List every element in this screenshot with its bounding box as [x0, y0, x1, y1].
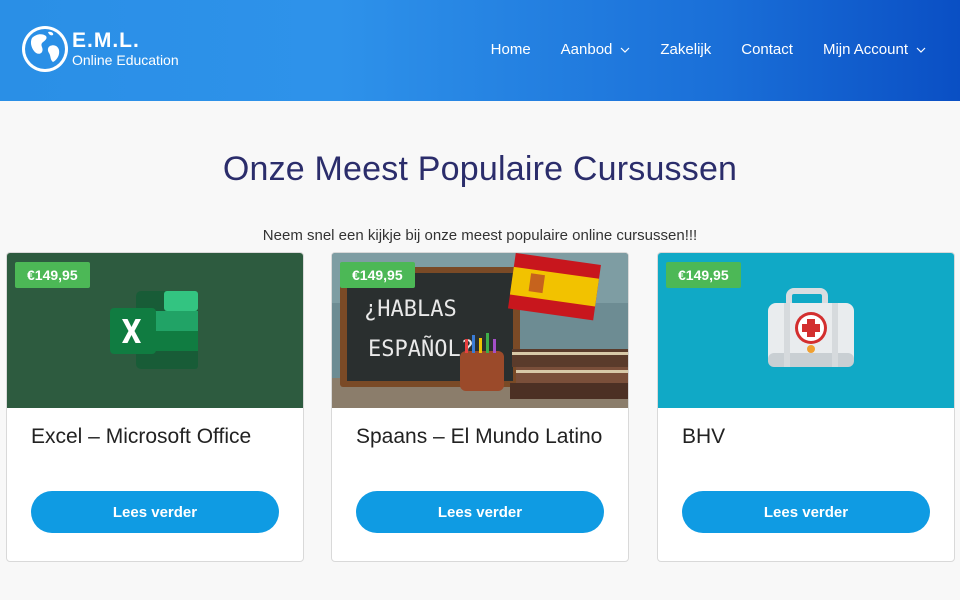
main-nav: Home Aanbod Zakelijk Contact Mijn Accoun…: [491, 41, 926, 58]
course-image-bhv[interactable]: €149,95: [658, 253, 954, 408]
brand-subtitle: Online Education: [72, 52, 179, 68]
price-badge: €149,95: [340, 262, 415, 288]
price-badge: €149,95: [15, 262, 90, 288]
course-image-excel[interactable]: €149,95: [7, 253, 303, 408]
course-title[interactable]: Excel – Microsoft Office: [31, 423, 281, 450]
nav-label: Contact: [741, 41, 793, 58]
course-card-excel[interactable]: €149,95 Excel – Microsoft Office Lees ve…: [6, 252, 304, 562]
course-title[interactable]: BHV: [682, 423, 932, 450]
price-badge: €149,95: [666, 262, 741, 288]
read-more-button[interactable]: Lees verder: [356, 491, 604, 533]
nav-item-aanbod[interactable]: Aanbod: [561, 41, 631, 58]
chalk-line-1: ¿HABLAS: [364, 297, 457, 322]
chevron-down-icon: [916, 47, 926, 53]
section-subtitle: Neem snel een kijkje bij onze meest popu…: [262, 227, 698, 244]
nav-item-home[interactable]: Home: [491, 41, 531, 58]
nav-item-contact[interactable]: Contact: [741, 41, 793, 58]
nav-item-mijn-account[interactable]: Mijn Account: [823, 41, 926, 58]
nav-item-zakelijk[interactable]: Zakelijk: [660, 41, 711, 58]
nav-label: Home: [490, 41, 531, 58]
section-title: Onze Meest Populaire Cursussen: [222, 150, 738, 188]
course-title[interactable]: Spaans – El Mundo Latino: [356, 423, 606, 450]
globe-icon: [22, 26, 68, 72]
brand-title: E.M.L.: [72, 29, 140, 52]
site-logo[interactable]: E.M.L. Online Education: [20, 24, 179, 74]
chevron-down-icon: [620, 47, 630, 53]
site-header: E.M.L. Online Education Home Aanbod Zake…: [0, 0, 960, 101]
course-card-spaans[interactable]: ¿HABLAS ESPAÑOL? €149,95 Spaans – El Mun…: [331, 252, 629, 562]
course-image-spaans[interactable]: ¿HABLAS ESPAÑOL? €149,95: [332, 253, 628, 408]
read-more-button[interactable]: Lees verder: [682, 491, 930, 533]
nav-label: Zakelijk: [660, 41, 712, 58]
nav-label: Mijn Account: [822, 41, 908, 58]
chalk-line-2: ESPAÑOL?: [368, 335, 474, 362]
nav-label: Aanbod: [560, 41, 613, 58]
read-more-button[interactable]: Lees verder: [31, 491, 279, 533]
course-card-bhv[interactable]: €149,95 BHV Lees verder: [657, 252, 955, 562]
